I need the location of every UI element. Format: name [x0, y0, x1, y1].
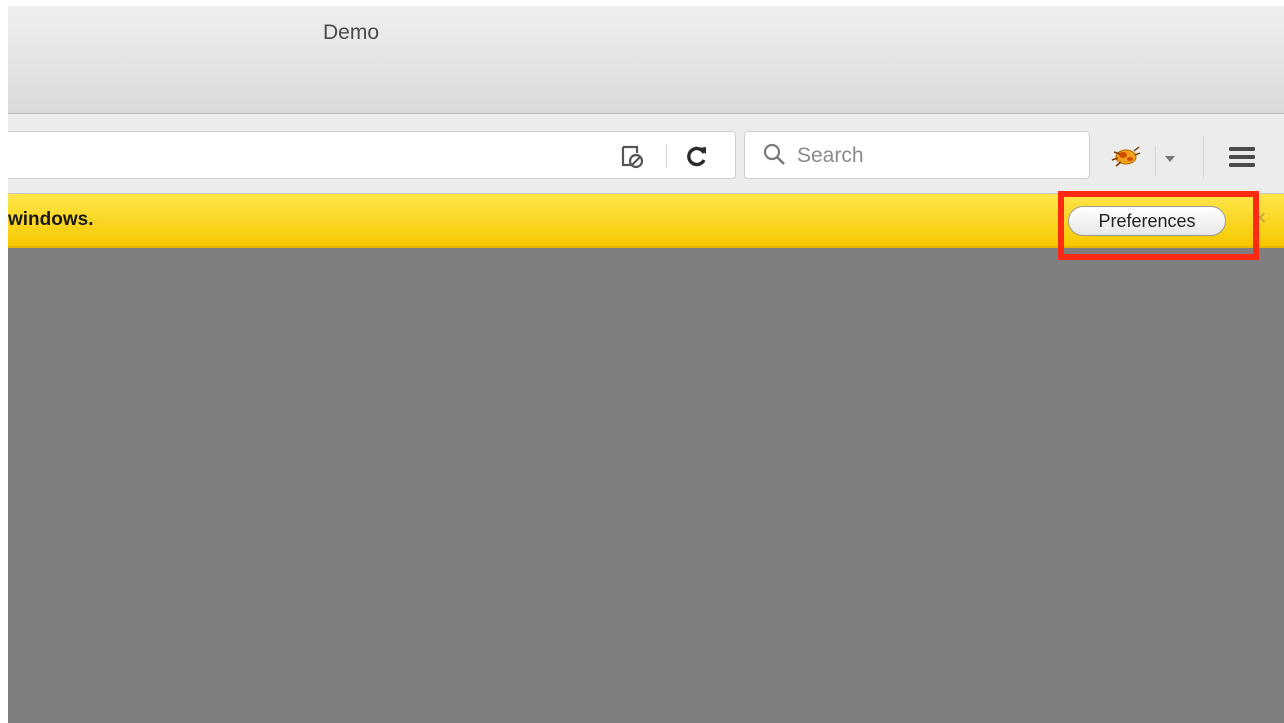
search-icon — [763, 143, 785, 165]
firebug-separator — [1155, 146, 1156, 176]
navigation-toolbar: Search — [8, 114, 1284, 194]
urlbar-separator — [666, 144, 667, 168]
url-bar[interactable] — [8, 131, 736, 179]
reload-icon[interactable] — [685, 144, 709, 168]
search-placeholder: Search — [797, 144, 864, 167]
screen-edge — [0, 0, 8, 723]
dropdown-arrow-icon[interactable] — [1163, 154, 1177, 164]
browser-window: Demo Search windows. Preferences × — [8, 6, 1284, 723]
highlight-annotation — [1058, 191, 1259, 260]
firebug-icon[interactable] — [1108, 142, 1142, 170]
title-bar[interactable]: Demo — [8, 6, 1284, 114]
window-title: Demo — [322, 21, 380, 44]
toolbar-separator — [1203, 136, 1204, 178]
page-content — [8, 248, 1284, 723]
page-blocked-icon[interactable] — [619, 144, 645, 170]
search-bar[interactable]: Search — [744, 131, 1090, 179]
hamburger-menu-icon[interactable] — [1227, 144, 1257, 170]
notification-message: windows. — [8, 209, 94, 230]
